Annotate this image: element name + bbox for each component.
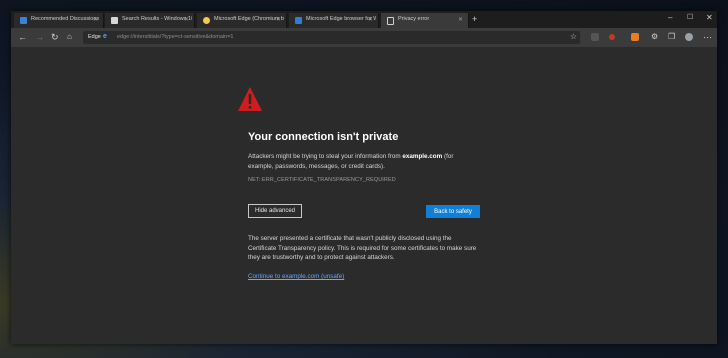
page-favicon-icon — [203, 17, 210, 24]
settings-gear-icon[interactable]: ⚙ — [651, 32, 658, 42]
page-title: Your connection isn't private — [248, 131, 399, 143]
domain-name: example.com — [402, 153, 443, 160]
page-favicon-icon — [20, 17, 27, 24]
close-tab-icon[interactable]: ✕ — [93, 16, 98, 23]
toolbar: ← → ↻ ⌂ Edge e edge://interstitials/?typ… — [11, 28, 717, 47]
tab-recommended-discussions[interactable]: Recommended Discussions - Ed ✕ — [14, 13, 104, 28]
favorite-star-icon[interactable]: ☆ — [570, 32, 577, 41]
close-window-button[interactable]: ✕ — [706, 13, 713, 23]
warning-icon — [238, 87, 262, 111]
tab-microsoft-edge-chromium[interactable]: Microsoft Edge (Chromium bas ✕ — [197, 13, 287, 28]
tab-title: Microsoft Edge (Chromium bas — [214, 16, 284, 22]
close-tab-icon[interactable]: ✕ — [458, 16, 463, 23]
error-description: Attackers might be trying to steal your … — [248, 152, 480, 171]
maximize-button[interactable]: ☐ — [687, 13, 693, 23]
error-code: NET::ERR_CERTIFICATE_TRANSPARENCY_REQUIR… — [248, 177, 396, 183]
edge-logo-icon: e — [103, 33, 107, 40]
page-favicon-icon — [295, 17, 302, 24]
new-tab-button[interactable]: + — [472, 14, 477, 24]
extension-icon[interactable] — [591, 33, 599, 41]
minimize-button[interactable]: – — [668, 13, 672, 23]
description-text: Attackers might be trying to steal your … — [248, 153, 403, 160]
tab-title: Recommended Discussions - Ed — [31, 16, 101, 22]
continue-unsafe-link[interactable]: Continue to example.com (unsafe) — [248, 273, 344, 280]
url-text[interactable]: edge://interstitials/?type=ct-sensitive&… — [117, 34, 233, 40]
back-button[interactable]: ← — [18, 32, 27, 42]
collections-icon[interactable]: ❐ — [668, 32, 675, 42]
tab-privacy-error[interactable]: Privacy error ✕ — [381, 13, 469, 28]
extension-icon[interactable] — [631, 33, 639, 41]
tab-title: Search Results - Windows 10 Fo — [122, 16, 192, 22]
close-tab-icon[interactable]: ✕ — [184, 16, 189, 23]
scheme-label: Edge — [88, 34, 101, 40]
more-menu-icon[interactable]: ⋯ — [703, 32, 712, 42]
extension-icon[interactable] — [609, 34, 615, 40]
tab-title: Microsoft Edge browser for Wi — [306, 16, 376, 22]
back-to-safety-button[interactable]: Back to safety — [426, 205, 480, 218]
tab-microsoft-edge-browser[interactable]: Microsoft Edge browser for Wi ✕ — [289, 13, 379, 28]
home-icon[interactable]: ⌂ — [67, 32, 72, 42]
document-icon — [387, 17, 394, 25]
tab-search-results[interactable]: Search Results - Windows 10 Fo ✕ — [105, 13, 195, 28]
profile-avatar[interactable] — [685, 33, 693, 41]
page-favicon-icon — [111, 17, 118, 24]
tab-bar: Recommended Discussions - Ed ✕ Search Re… — [11, 11, 717, 28]
forward-button[interactable]: → — [35, 32, 44, 42]
address-bar[interactable]: Edge e edge://interstitials/?type=ct-sen… — [83, 31, 580, 44]
close-tab-icon[interactable]: ✕ — [276, 16, 281, 23]
refresh-button[interactable]: ↻ — [51, 32, 59, 42]
advanced-details: The server presented a certificate that … — [248, 235, 477, 261]
hide-advanced-button[interactable]: Hide advanced — [248, 204, 302, 218]
close-tab-icon[interactable]: ✕ — [368, 16, 373, 23]
page-content — [11, 47, 717, 344]
